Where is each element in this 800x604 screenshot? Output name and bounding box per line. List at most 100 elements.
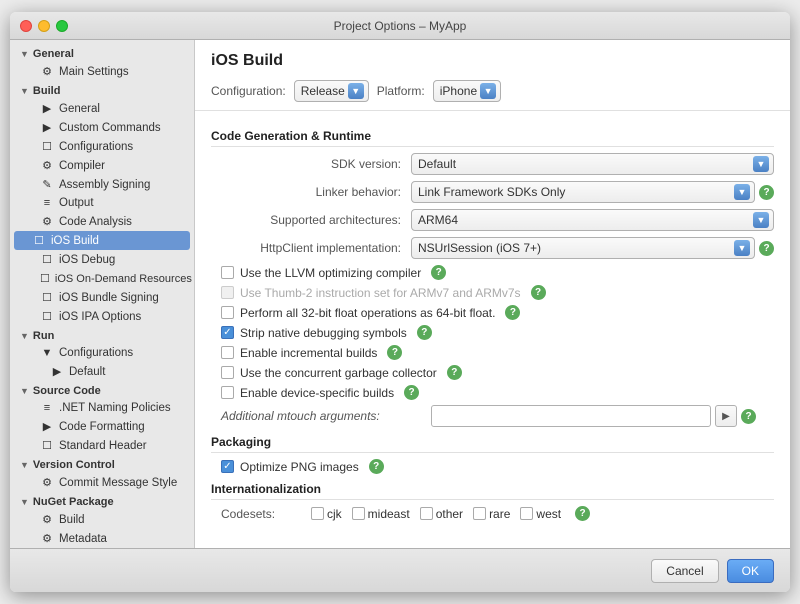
linker-label: Linker behavior: [211, 185, 411, 199]
httpclient-help-icon[interactable]: ? [759, 241, 774, 256]
strip-label: Strip native debugging symbols [240, 326, 407, 340]
mideast-checkbox[interactable] [352, 507, 365, 520]
close-button[interactable] [20, 20, 32, 32]
llvm-help-icon[interactable]: ? [431, 265, 446, 280]
dropdown-arrow-icon: ▼ [734, 240, 750, 256]
configuration-select[interactable]: Release ▼ [294, 80, 369, 102]
sidebar-item-build-general[interactable]: ▶ General [10, 99, 194, 118]
mtouch-run-button[interactable]: ▶ [715, 405, 737, 427]
sidebar-item-naming-policies[interactable]: ≡ .NET Naming Policies [10, 399, 194, 417]
strip-checkbox[interactable] [221, 326, 234, 339]
sdk-dropdown[interactable]: Default ▼ [411, 153, 774, 175]
arrow-icon: ▶ [40, 420, 54, 433]
sidebar-section-nuget[interactable]: ▼ NuGet Package [10, 492, 194, 510]
list-icon: ≡ [40, 402, 54, 414]
png-optimize-checkbox[interactable] [221, 460, 234, 473]
thumb2-checkbox[interactable] [221, 286, 234, 299]
platform-value: iPhone [440, 84, 477, 98]
gc-checkbox[interactable] [221, 366, 234, 379]
strip-help-icon[interactable]: ? [417, 325, 432, 340]
device-specific-checkbox-row: Enable device-specific builds ? [211, 385, 774, 400]
sidebar-item-run-default[interactable]: ▶ Default [10, 362, 194, 381]
gc-help-icon[interactable]: ? [447, 365, 462, 380]
arrow-icon: ▼ [20, 331, 29, 341]
gc-checkbox-row: Use the concurrent garbage collector ? [211, 365, 774, 380]
main-header: iOS Build Configuration: Release ▼ Platf… [195, 40, 790, 111]
west-checkbox[interactable] [520, 507, 533, 520]
dropdown-arrow-icon: ▼ [753, 212, 769, 228]
dropdown-arrow-icon: ▼ [348, 83, 364, 99]
sidebar-item-custom-commands[interactable]: ▶ Custom Commands [10, 118, 194, 137]
codeset-rare: rare [473, 507, 510, 521]
cjk-checkbox[interactable] [311, 507, 324, 520]
httpclient-value: NSUrlSession (iOS 7+) [418, 241, 541, 255]
sidebar-item-nuget-build[interactable]: ⚙ Build [10, 510, 194, 529]
codesets-help-icon[interactable]: ? [575, 506, 590, 521]
platform-select[interactable]: iPhone ▼ [433, 80, 501, 102]
section-label: Run [33, 330, 54, 342]
sidebar-item-standard-header[interactable]: ☐ Standard Header [10, 436, 194, 455]
linker-value: Link Framework SDKs Only [418, 185, 565, 199]
section-label: Version Control [33, 459, 115, 471]
sdk-value: Default [418, 157, 456, 171]
sidebar-item-compiler[interactable]: ⚙ Compiler [10, 156, 194, 175]
sidebar-section-general[interactable]: ▼ General [10, 44, 194, 62]
dropdown-arrow-icon: ▼ [480, 83, 496, 99]
play-icon: ▶ [40, 102, 54, 115]
llvm-checkbox[interactable] [221, 266, 234, 279]
cancel-button[interactable]: Cancel [651, 559, 718, 583]
float-checkbox[interactable] [221, 306, 234, 319]
sidebar-item-code-analysis[interactable]: ⚙ Code Analysis [10, 212, 194, 231]
arrow-icon: ▼ [20, 497, 29, 507]
section-label: Source Code [33, 385, 101, 397]
float-help-icon[interactable]: ? [505, 305, 520, 320]
section-label: Build [33, 85, 61, 97]
incremental-checkbox[interactable] [221, 346, 234, 359]
sidebar-item-ios-debug[interactable]: ☐ iOS Debug [10, 250, 194, 269]
sidebar-item-configurations[interactable]: ☐ Configurations [10, 137, 194, 156]
arch-dropdown[interactable]: ARM64 ▼ [411, 209, 774, 231]
sidebar-item-nuget-metadata[interactable]: ⚙ Metadata [10, 529, 194, 548]
sidebar-section-build[interactable]: ▼ Build [10, 81, 194, 99]
httpclient-dropdown[interactable]: NSUrlSession (iOS 7+) ▼ [411, 237, 755, 259]
minimize-button[interactable] [38, 20, 50, 32]
code-generation-title: Code Generation & Runtime [211, 129, 774, 147]
device-specific-checkbox[interactable] [221, 386, 234, 399]
ok-button[interactable]: OK [727, 559, 774, 583]
main-content: ▼ General ⚙ Main Settings ▼ Build ▶ Gene… [10, 40, 790, 548]
sidebar-item-ios-bundle[interactable]: ☐ iOS Bundle Signing [10, 288, 194, 307]
llvm-checkbox-row: Use the LLVM optimizing compiler ? [211, 265, 774, 280]
device-specific-help-icon[interactable]: ? [404, 385, 419, 400]
sidebar-section-version-control[interactable]: ▼ Version Control [10, 455, 194, 473]
sidebar-item-assembly-signing[interactable]: ✎ Assembly Signing [10, 175, 194, 194]
other-label: other [436, 507, 463, 521]
thumb2-help-icon[interactable]: ? [531, 285, 546, 300]
linker-help-icon[interactable]: ? [759, 185, 774, 200]
incremental-help-icon[interactable]: ? [387, 345, 402, 360]
maximize-button[interactable] [56, 20, 68, 32]
arch-value: ARM64 [418, 213, 458, 227]
sidebar-item-run-configs[interactable]: ▼ Configurations [10, 344, 194, 362]
linker-dropdown[interactable]: Link Framework SDKs Only ▼ [411, 181, 755, 203]
checkbox-icon: ☐ [40, 140, 54, 153]
sidebar-item-ios-ipa[interactable]: ☐ iOS IPA Options [10, 307, 194, 326]
arch-label: Supported architectures: [211, 213, 411, 227]
sidebar-item-code-formatting[interactable]: ▶ Code Formatting [10, 417, 194, 436]
checkbox-icon: ☐ [40, 253, 54, 266]
sidebar-item-output[interactable]: ≡ Output [10, 194, 194, 212]
device-specific-label: Enable device-specific builds [240, 386, 394, 400]
sidebar-item-ios-ondemand[interactable]: ☐ iOS On-Demand Resources [10, 269, 194, 288]
sidebar-section-run[interactable]: ▼ Run [10, 326, 194, 344]
rare-checkbox[interactable] [473, 507, 486, 520]
mtouch-help-icon[interactable]: ? [741, 409, 756, 424]
sidebar-section-source-code[interactable]: ▼ Source Code [10, 381, 194, 399]
sidebar-item-commit-style[interactable]: ⚙ Commit Message Style [10, 473, 194, 492]
config-value: Release [301, 84, 345, 98]
sidebar-item-ios-build[interactable]: ☐ iOS Build [14, 231, 190, 250]
png-help-icon[interactable]: ? [369, 459, 384, 474]
list-icon: ≡ [40, 197, 54, 209]
main-body: Code Generation & Runtime SDK version: D… [195, 111, 790, 548]
other-checkbox[interactable] [420, 507, 433, 520]
mtouch-input[interactable] [431, 405, 711, 427]
sidebar-item-main-settings[interactable]: ⚙ Main Settings [10, 62, 194, 81]
